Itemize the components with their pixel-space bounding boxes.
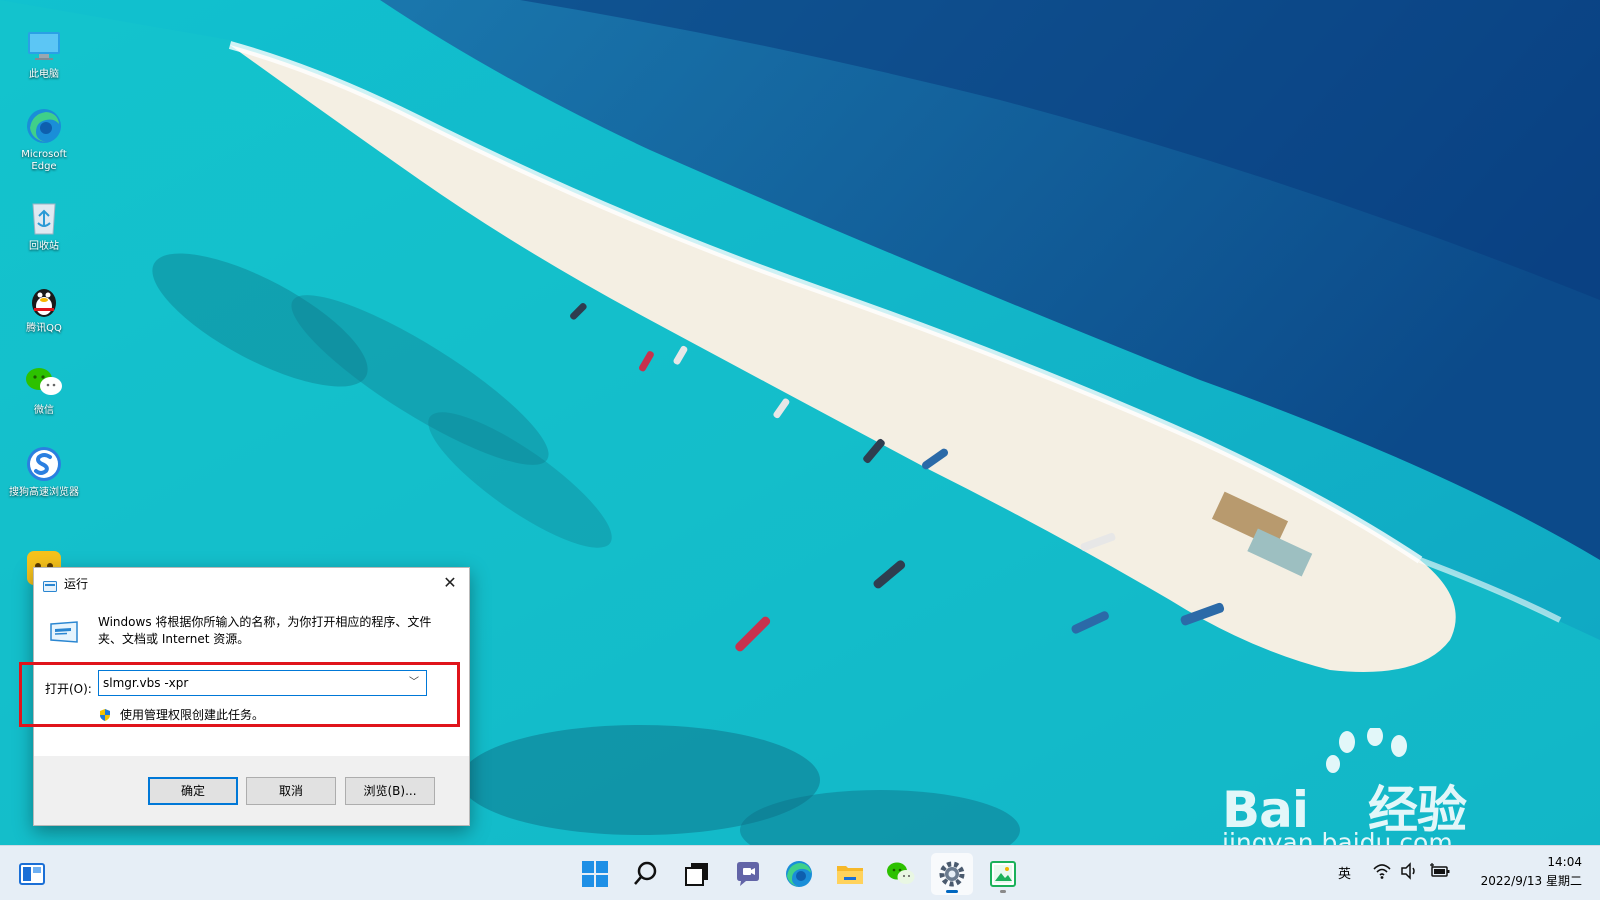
system-clock[interactable]: 14:04 2022/9/13 星期二 (1481, 853, 1582, 891)
folder-icon (837, 866, 863, 884)
highlight-annotation (19, 662, 460, 727)
cancel-button[interactable]: 取消 (246, 777, 336, 805)
search-button[interactable] (625, 853, 667, 895)
battery-icon[interactable] (1428, 862, 1450, 884)
desktop-icon-sogou-browser[interactable]: 搜狗高速浏览器 (8, 444, 80, 499)
widgets-button[interactable] (11, 853, 53, 895)
taskbar: 英 14:04 2022/9/13 星期二 (0, 845, 1600, 900)
desktop-icon-recycle-bin[interactable]: 回收站 (8, 198, 80, 253)
run-dialog-footer: 确定 取消 浏览(B)... (34, 756, 469, 825)
chat-icon (737, 862, 759, 886)
run-dialog-title: 运行 (64, 577, 89, 591)
desktop-icon-this-pc[interactable]: 此电脑 (8, 26, 80, 81)
close-icon[interactable]: ✕ (431, 568, 469, 598)
desktop-icon-label: 回收站 (29, 241, 59, 252)
desktop-icon-qq[interactable]: 腾讯QQ (8, 280, 80, 335)
search-icon (634, 861, 657, 885)
wechat-icon (24, 362, 64, 402)
run-program-icon (48, 620, 80, 644)
taskbar-photo-app[interactable] (982, 853, 1024, 895)
taskbar-file-explorer[interactable] (829, 853, 871, 895)
baidu-watermark: Bai 经验 (1222, 728, 1522, 839)
run-dialog-description: Windows 将根据你所输入的名称，为你打开相应的程序、文件夹、文档或 Int… (98, 615, 432, 646)
teams-chat-button[interactable] (727, 853, 769, 895)
edge-icon (24, 106, 64, 146)
desktop-icon-label: 微信 (34, 405, 54, 416)
desktop-icon-label: 腾讯QQ (26, 323, 62, 334)
clock-time: 14:04 (1547, 855, 1582, 869)
desktop-icon-edge[interactable]: Microsoft Edge (8, 106, 80, 173)
desktop-icon-wechat[interactable]: 微信 (8, 362, 80, 417)
recycle-bin-icon (24, 198, 64, 238)
task-view-button[interactable] (676, 853, 718, 895)
wechat-icon (887, 862, 915, 884)
desktop-icon-label: 此电脑 (29, 69, 59, 80)
edge-icon (786, 861, 812, 887)
windows-logo-icon (582, 861, 608, 887)
qq-penguin-icon (24, 280, 64, 320)
desktop-icon-label: Microsoft Edge (21, 149, 67, 172)
running-indicator (1000, 890, 1006, 893)
task-view-icon (685, 863, 708, 886)
taskbar-edge[interactable] (778, 853, 820, 895)
sogou-browser-icon (24, 444, 64, 484)
gear-icon (939, 861, 965, 887)
running-indicator (946, 890, 958, 893)
wifi-icon[interactable] (1372, 862, 1392, 884)
ok-button[interactable]: 确定 (148, 777, 238, 805)
run-dialog-titlebar[interactable]: 运行 ✕ (34, 568, 469, 598)
browse-button[interactable]: 浏览(B)... (345, 777, 435, 805)
taskbar-settings[interactable] (931, 853, 973, 895)
monitor-icon (24, 26, 64, 66)
run-icon (43, 577, 57, 592)
volume-icon[interactable] (1400, 862, 1420, 884)
start-button[interactable] (574, 853, 616, 895)
image-icon (990, 861, 1016, 887)
clock-date: 2022/9/13 星期二 (1480, 874, 1582, 888)
desktop-icon-label: 搜狗高速浏览器 (9, 487, 79, 498)
input-language-indicator[interactable]: 英 (1338, 863, 1351, 882)
widgets-icon (19, 863, 45, 885)
taskbar-wechat[interactable] (880, 853, 922, 895)
